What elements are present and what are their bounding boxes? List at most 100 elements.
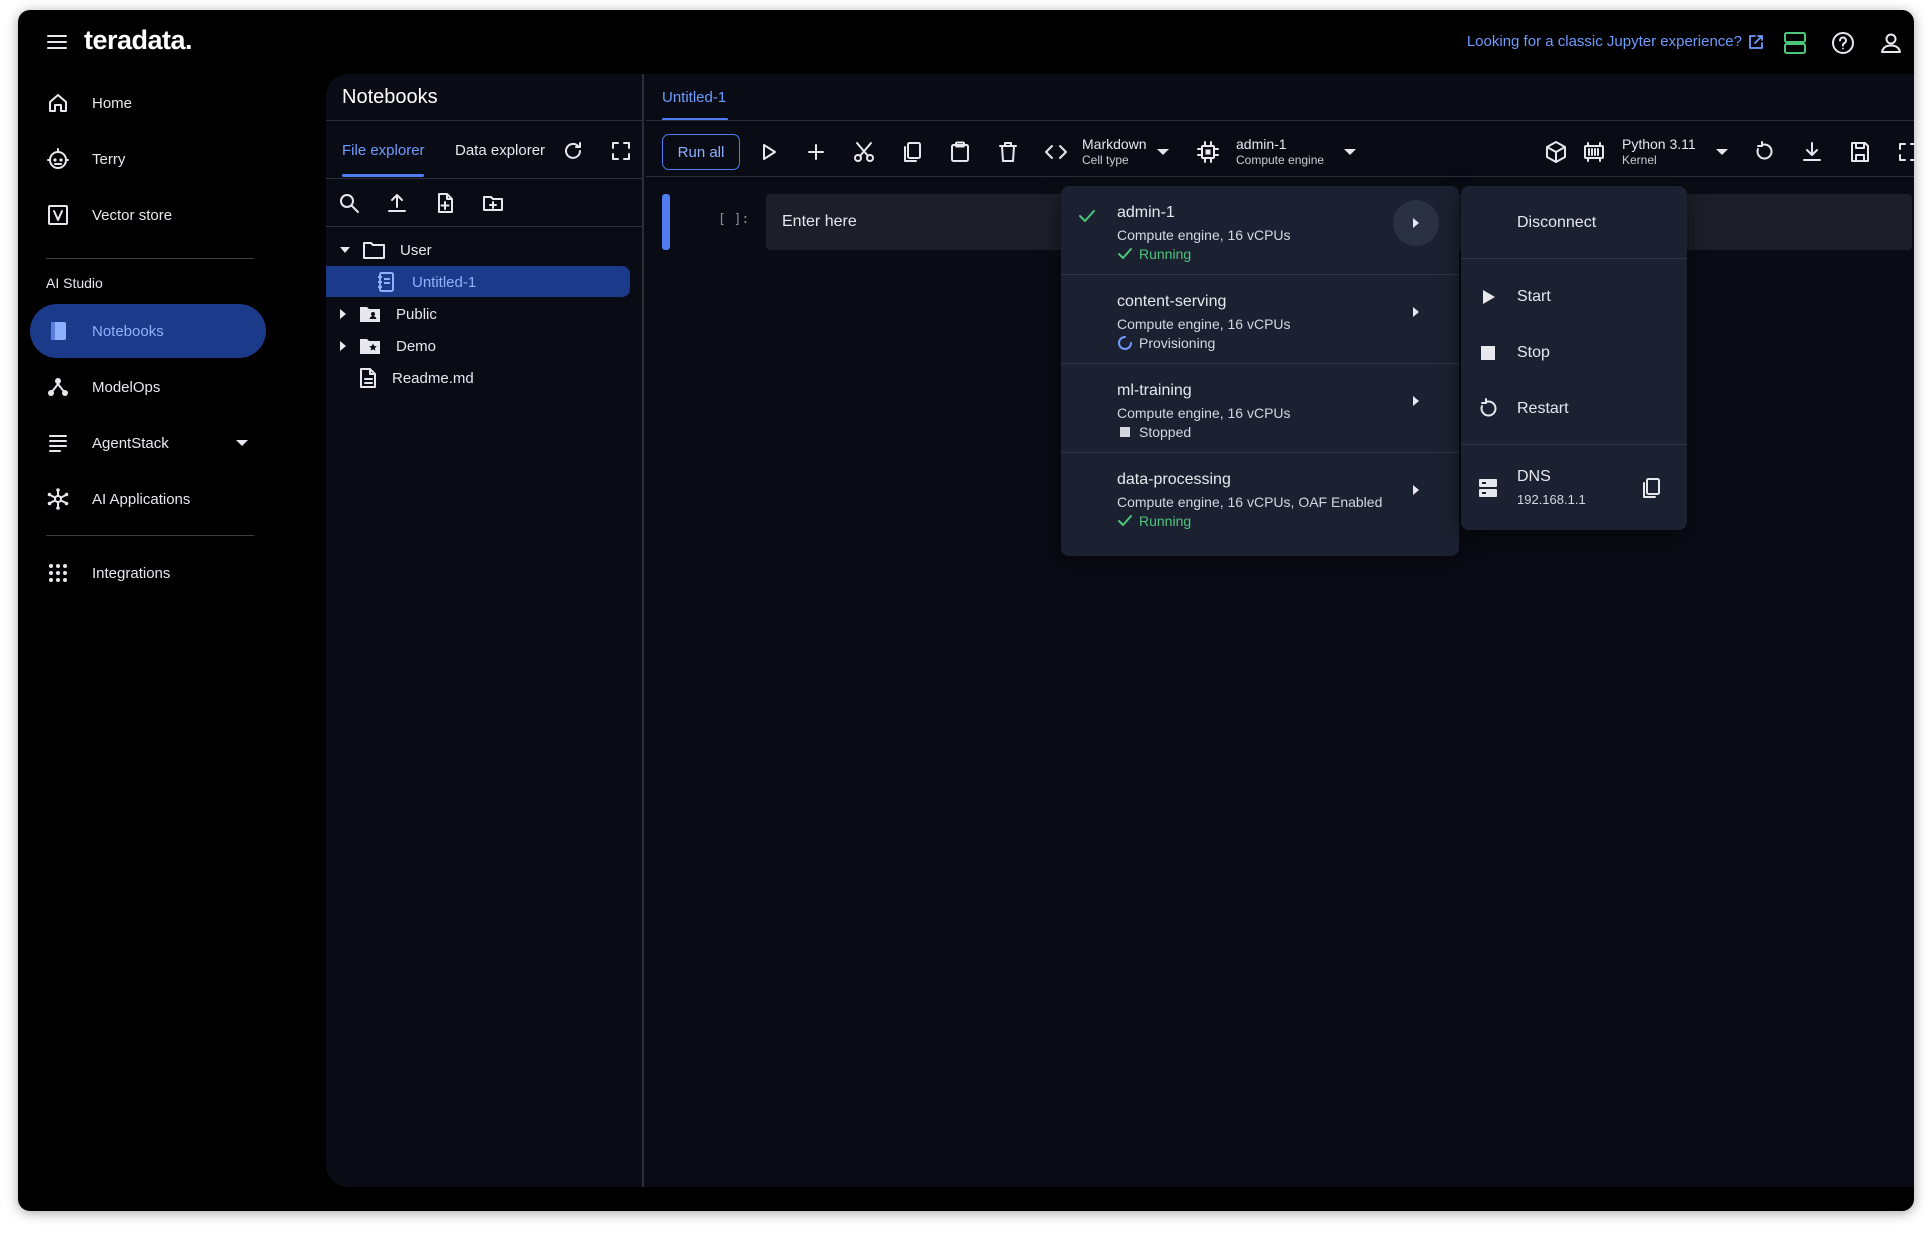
new-folder-icon[interactable] — [482, 192, 504, 214]
package-icon[interactable] — [1544, 140, 1568, 164]
user-account-icon[interactable] — [1878, 30, 1904, 56]
tree-item-untitled-1[interactable]: Untitled-1 — [376, 267, 476, 297]
panel-title: Notebooks — [342, 86, 438, 108]
tree-item-public[interactable]: Public — [340, 299, 437, 329]
copy-icon[interactable] — [1639, 476, 1663, 500]
panel-divider — [326, 226, 644, 227]
add-cell-icon[interactable] — [804, 140, 828, 164]
run-cell-icon[interactable] — [756, 140, 780, 164]
sidebar-item-label: AgentStack — [92, 434, 169, 452]
engine-status-label: Running — [1139, 513, 1192, 529]
sidebar-item-vector-store[interactable]: Vector store — [30, 188, 266, 242]
sidebar-item-label: Integrations — [92, 564, 171, 582]
panel-divider — [326, 120, 644, 121]
sidebar-divider — [46, 258, 254, 259]
caret-right-icon[interactable] — [340, 341, 346, 351]
server-status-icon[interactable] — [1782, 30, 1808, 56]
sidebar-item-terry[interactable]: Terry — [30, 132, 266, 186]
tree-item-readme[interactable]: Readme.md — [358, 363, 474, 393]
menu-icon[interactable] — [46, 32, 68, 52]
menu-item-label: Start — [1517, 288, 1551, 305]
submenu-arrow-icon[interactable] — [1393, 289, 1439, 335]
download-icon[interactable] — [1800, 140, 1824, 164]
sidebar-item-home[interactable]: Home — [30, 76, 266, 130]
new-file-icon[interactable] — [434, 192, 456, 214]
engine-item-data-processing[interactable]: data-processing Compute engine, 16 vCPUs… — [1061, 453, 1459, 541]
chevron-down-icon[interactable] — [1716, 149, 1728, 155]
engine-status: Provisioning — [1117, 335, 1215, 351]
save-icon[interactable] — [1848, 140, 1872, 164]
tab-file-explorer[interactable]: File explorer — [342, 142, 425, 159]
sidebar-item-label: Notebooks — [92, 322, 164, 340]
search-icon[interactable] — [338, 192, 360, 214]
sidebar-divider — [46, 535, 254, 536]
tree-item-demo[interactable]: Demo — [340, 331, 436, 361]
compute-engine-value: admin-1 — [1236, 136, 1287, 152]
paste-icon[interactable] — [948, 140, 972, 164]
menu-item-label: Stop — [1517, 344, 1550, 361]
editor-divider — [646, 120, 1914, 121]
engine-item-admin-1[interactable]: admin-1 Compute engine, 16 vCPUs Running — [1061, 186, 1459, 274]
sidebar-item-label: AI Applications — [92, 490, 191, 508]
notebook-icon — [46, 319, 70, 343]
app-window: teradata. Looking for a classic Jupyter … — [18, 10, 1914, 1211]
folder-icon — [362, 240, 386, 260]
compute-engine-label: Compute engine — [1236, 153, 1325, 167]
check-icon — [1118, 515, 1132, 526]
compute-engine-select[interactable]: admin-1 Compute engine — [1236, 136, 1324, 167]
shared-folder-icon — [358, 304, 382, 324]
sidebar-item-label: ModelOps — [92, 378, 161, 396]
fullscreen-icon[interactable] — [610, 140, 632, 162]
cell-type-select[interactable]: Markdown Cell type — [1082, 136, 1147, 167]
sidebar-item-modelops[interactable]: ModelOps — [30, 360, 266, 414]
cell-type-value: Markdown — [1082, 136, 1147, 152]
classic-jupyter-link[interactable]: Looking for a classic Jupyter experience… — [1467, 33, 1764, 50]
tree-item-user[interactable]: User — [340, 235, 432, 265]
stop-menu-item[interactable]: Stop — [1461, 326, 1687, 380]
robot-icon — [46, 147, 70, 171]
start-menu-item[interactable]: Start — [1461, 270, 1687, 324]
engine-status-label: Running — [1139, 246, 1192, 262]
engine-action-menu: Disconnect Start Stop Restart DNS 192.16… — [1461, 186, 1687, 530]
check-icon — [1118, 248, 1132, 259]
sidebar-item-label: Vector store — [92, 206, 173, 224]
submenu-arrow-icon[interactable] — [1393, 200, 1439, 246]
kernel-select[interactable]: Python 3.11 Kernel — [1622, 136, 1696, 167]
cut-icon[interactable] — [852, 140, 876, 164]
menu-item-label: Restart — [1517, 400, 1569, 417]
tab-data-explorer[interactable]: Data explorer — [455, 142, 545, 159]
chevron-down-icon[interactable] — [1157, 149, 1169, 155]
refresh-icon[interactable] — [562, 140, 584, 162]
star-folder-icon — [358, 336, 382, 356]
submenu-arrow-icon[interactable] — [1393, 467, 1439, 513]
run-all-button[interactable]: Run all — [662, 134, 740, 170]
notebooks-panel: Notebooks File explorer Data explorer Us… — [326, 74, 644, 1187]
help-icon[interactable] — [1830, 30, 1856, 56]
sidebar-item-integrations[interactable]: Integrations — [30, 546, 266, 600]
caret-right-icon[interactable] — [340, 309, 346, 319]
engine-description: Compute engine, 16 vCPUs, OAF Enabled — [1117, 494, 1383, 510]
upload-icon[interactable] — [386, 192, 408, 214]
fullscreen-icon[interactable] — [1896, 140, 1914, 164]
panel-divider — [326, 178, 644, 179]
tree-item-label: Demo — [396, 337, 437, 355]
restart-menu-item[interactable]: Restart — [1461, 382, 1687, 436]
active-cell-indicator — [662, 194, 670, 250]
sidebar-item-notebooks[interactable]: Notebooks — [30, 304, 266, 358]
engine-name: admin-1 — [1117, 204, 1175, 221]
sidebar-item-ai-applications[interactable]: AI Applications — [30, 472, 266, 526]
restart-kernel-icon[interactable] — [1752, 140, 1776, 164]
disconnect-menu-item[interactable]: Disconnect — [1461, 196, 1687, 250]
delete-icon[interactable] — [996, 140, 1020, 164]
engine-status: Running — [1117, 246, 1191, 262]
chevron-down-icon[interactable] — [1344, 149, 1356, 155]
chevron-down-icon[interactable] — [236, 440, 248, 446]
copy-icon[interactable] — [900, 140, 924, 164]
submenu-arrow-icon[interactable] — [1393, 378, 1439, 424]
sidebar-item-agentstack[interactable]: AgentStack — [30, 416, 266, 470]
server-icon — [1477, 477, 1499, 499]
engine-item-content-serving[interactable]: content-serving Compute engine, 16 vCPUs… — [1061, 275, 1459, 363]
caret-down-icon[interactable] — [340, 247, 350, 253]
tab-untitled-1[interactable]: Untitled-1 — [662, 89, 726, 106]
engine-item-ml-training[interactable]: ml-training Compute engine, 16 vCPUs Sto… — [1061, 364, 1459, 452]
